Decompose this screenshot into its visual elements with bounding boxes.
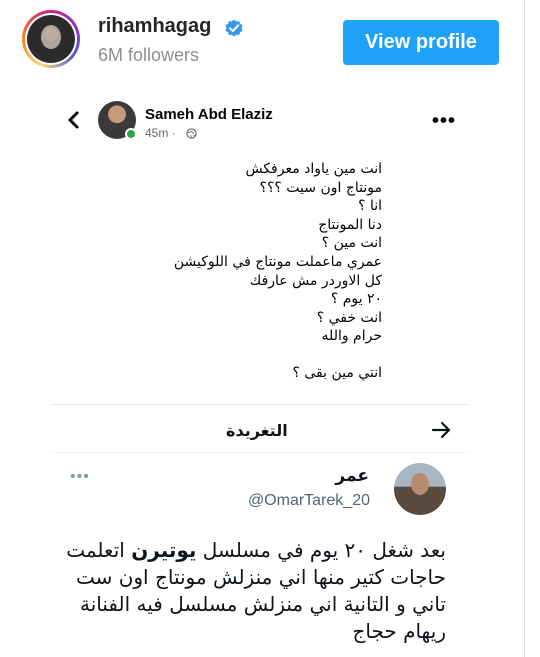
tweet-bar-title: التغريدة [226, 421, 288, 440]
fb-text-line: انت مين ؟ [321, 235, 382, 252]
tweet-author-avatar [394, 463, 446, 515]
fb-text-line: عمري ماعملت مونتاج في اللوكيشن [173, 253, 382, 270]
tweet-text-line: حاجات كتير منها اني منزلش مونتاج اون ست [75, 565, 446, 589]
tweet-more-icon: ••• [70, 468, 90, 485]
fb-text-line: دنا المونتاج [318, 216, 382, 233]
tweet-text-line: بعد شغل ٢٠ يوم في مسلسل يوتيرن اتعلمت [66, 538, 446, 562]
follower-count: 6M followers [98, 45, 200, 65]
profile-avatar-ring[interactable] [22, 10, 80, 68]
tweet-text-line: ريهام حجاج [352, 619, 446, 643]
fb-text-line: ٢٠ يوم ؟ [330, 291, 382, 308]
fb-author-name: Sameh Abd Elaziz [145, 106, 273, 123]
fb-text-line: انا ؟ [358, 198, 382, 215]
fb-text-line: كل الاوردر مش عارفك [249, 272, 382, 289]
verified-badge-icon [225, 19, 243, 37]
instagram-embed-card: rihamhagag 6M followers View profile Sam… [0, 0, 525, 657]
profile-username[interactable]: rihamhagag [98, 15, 211, 38]
tweet-text-line: تاني و التانية اني منزلش مسلسل فيه الفنا… [80, 592, 446, 616]
arrow-right-icon [431, 421, 451, 439]
online-status-dot [125, 128, 137, 140]
fb-text-line: انت مين ياواد معرفكش [245, 161, 382, 177]
tweet-author-name: عمر [335, 466, 369, 486]
fb-text-line: انتي مين بقى ؟ [292, 364, 383, 381]
view-profile-button[interactable]: View profile [343, 20, 499, 65]
back-arrow-icon [68, 111, 79, 129]
divider [52, 452, 470, 453]
profile-header: rihamhagag 6M followers View profile [0, 0, 524, 80]
fb-text-line: حرام والله [321, 328, 382, 345]
fb-text-line: مونتاج اون سيت ؟؟؟ [259, 179, 382, 196]
fb-text-line: انت خفي ؟ [316, 309, 382, 326]
more-options-icon: ••• [432, 110, 457, 132]
fb-post-time: 45m · [145, 126, 176, 140]
profile-avatar [27, 15, 75, 63]
tweet-author-handle: @OmarTarek_20 [247, 492, 370, 509]
tweet-text: بعد شغل ٢٠ يوم في مسلسل يوتيرن اتعلمت حا… [66, 537, 446, 645]
divider [52, 404, 470, 405]
globe-icon [186, 128, 197, 139]
fb-post-text: انت مين ياواد معرفكش مونتاج اون سيت ؟؟؟ … [122, 160, 382, 383]
